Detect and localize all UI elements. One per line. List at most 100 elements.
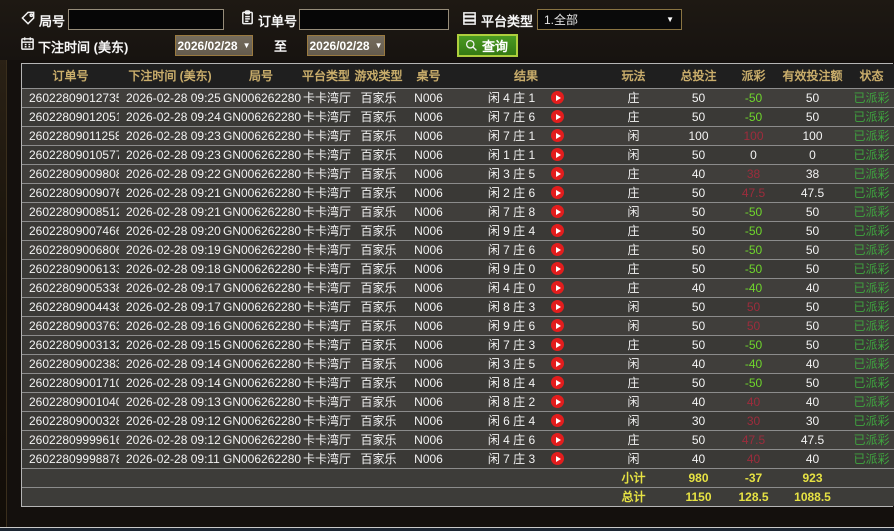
table-no-cell: N006 (406, 259, 451, 279)
result-cell: 闲 9 庄 0 (451, 259, 601, 279)
valid-bet-cell: 50 (776, 316, 849, 336)
table-row: 2602280999961612026-02-28 09:12:04GN0062… (22, 430, 894, 450)
play-type-cell: 闲 (601, 297, 666, 317)
valid-bet-cell: 38 (776, 164, 849, 184)
round-cell: GN006262280KZ (221, 316, 301, 336)
status-cell: 已派彩 (849, 145, 894, 165)
play-replay-icon[interactable] (551, 357, 565, 370)
round-number-input[interactable] (68, 9, 224, 30)
order-cell: 260228090098085 (22, 164, 119, 184)
result-text: 闲 7 庄 6 (487, 243, 536, 257)
round-cell: GN006262280KS (221, 449, 301, 469)
round-cell: GN006262280L6 (221, 183, 301, 203)
round-cell: GN006262280KV (221, 392, 301, 412)
round-cell: GN006262280LA (221, 107, 301, 127)
round-cell: GN006262280KT (221, 430, 301, 450)
order-number-input[interactable] (299, 9, 449, 30)
status-cell: 已派彩 (849, 392, 894, 412)
table-row: 2602280901273522026-02-28 09:25:09GN0062… (22, 88, 894, 108)
column-header: 玩法 (601, 64, 666, 89)
round-number-label: 局号 (39, 14, 66, 29)
platform-cell: 卡卡湾厅 (301, 392, 351, 412)
play-replay-icon[interactable] (551, 167, 565, 180)
play-replay-icon[interactable] (551, 338, 565, 351)
result-cell: 闲 7 庄 8 (451, 202, 601, 222)
game-type-cell: 百家乐 (351, 373, 406, 393)
bet-time-cell: 2026-02-28 09:24:34 (119, 107, 221, 127)
platform-type-label: 平台类型 (481, 14, 534, 29)
payout-cell: -50 (731, 240, 776, 260)
column-header: 桌号 (406, 64, 451, 89)
table-row: 2602280901205102026-02-28 09:24:34GN0062… (22, 107, 894, 127)
table-row: 2602280900851292026-02-28 09:21:04GN0062… (22, 202, 894, 222)
result-text: 闲 7 庄 8 (487, 205, 536, 219)
play-replay-icon[interactable] (551, 395, 565, 408)
payout-cell: -50 (731, 335, 776, 355)
table-no-cell: N006 (406, 145, 451, 165)
play-replay-icon[interactable] (551, 129, 565, 142)
order-number-label: 订单号 (258, 14, 298, 29)
play-replay-icon[interactable] (551, 376, 565, 389)
play-replay-icon[interactable] (551, 281, 565, 294)
payout-cell: 50 (731, 316, 776, 336)
result-text: 闲 8 庄 4 (487, 376, 536, 390)
order-cell: 260228099996161 (22, 430, 119, 450)
query-button-label: 查询 (482, 39, 509, 54)
table-no-cell: N006 (406, 373, 451, 393)
result-cell: 闲 9 庄 4 (451, 221, 601, 241)
bet-time-cell: 2026-02-28 09:20:00 (119, 221, 221, 241)
status-cell: 已派彩 (849, 316, 894, 336)
play-type-cell: 闲 (601, 126, 666, 146)
subtotal-label: 小计 (601, 468, 666, 488)
result-cell: 闲 3 庄 5 (451, 164, 601, 184)
play-replay-icon[interactable] (551, 452, 565, 465)
play-replay-icon[interactable] (551, 319, 565, 332)
platform-type-select[interactable]: 1.全部 ▼ (537, 9, 682, 30)
play-replay-icon[interactable] (551, 110, 565, 123)
game-type-cell: 百家乐 (351, 240, 406, 260)
order-cell: 260228090023837 (22, 354, 119, 374)
bet-time-cell: 2026-02-28 09:14:59 (119, 354, 221, 374)
result-text: 闲 4 庄 1 (487, 91, 536, 105)
play-replay-icon[interactable] (551, 224, 565, 237)
table-no-cell: N006 (406, 107, 451, 127)
total-bet-cell: 50 (666, 202, 731, 222)
payout-cell: 100 (731, 126, 776, 146)
table-no-cell: N006 (406, 221, 451, 241)
table-no-cell: N006 (406, 335, 451, 355)
play-type-cell: 闲 (601, 202, 666, 222)
result-cell: 闲 1 庄 1 (451, 145, 601, 165)
subtotal-row: 小计 980 -37 923 (22, 468, 894, 488)
chevron-down-icon: ▼ (242, 41, 251, 50)
payout-cell: -50 (731, 107, 776, 127)
column-header: 平台类型 (301, 64, 351, 89)
result-text: 闲 7 庄 3 (487, 338, 536, 352)
payout-cell: 47.5 (731, 183, 776, 203)
date-from-picker[interactable]: 2026/02/28 ▼ (175, 35, 253, 56)
play-type-cell: 庄 (601, 221, 666, 241)
round-cell: GN006262280L9 (221, 126, 301, 146)
bet-time-cell: 2026-02-28 09:22:23 (119, 164, 221, 184)
play-replay-icon[interactable] (551, 262, 565, 275)
date-to-picker[interactable]: 2026/02/28 ▼ (307, 35, 385, 56)
bet-time-cell: 2026-02-28 09:23:05 (119, 145, 221, 165)
table-row: 2602280900980852026-02-28 09:22:23GN0062… (22, 164, 894, 184)
column-header: 游戏类型 (351, 64, 406, 89)
play-replay-icon[interactable] (551, 243, 565, 256)
payout-cell: 40 (731, 392, 776, 412)
total-bet-cell: 50 (666, 259, 731, 279)
table-row: 2602280900376342026-02-28 09:16:25GN0062… (22, 316, 894, 336)
subtotal-total-bet: 980 (666, 468, 731, 488)
valid-bet-cell: 50 (776, 202, 849, 222)
play-replay-icon[interactable] (551, 186, 565, 199)
order-cell: 260228090061337 (22, 259, 119, 279)
play-replay-icon[interactable] (551, 300, 565, 313)
play-replay-icon[interactable] (551, 414, 565, 427)
status-cell: 已派彩 (849, 297, 894, 317)
play-replay-icon[interactable] (551, 205, 565, 218)
play-replay-icon[interactable] (551, 91, 565, 104)
play-replay-icon[interactable] (551, 148, 565, 161)
play-replay-icon[interactable] (551, 433, 565, 446)
query-button[interactable]: 查询 (457, 34, 519, 57)
table-row: 2602280900238372026-02-28 09:14:59GN0062… (22, 354, 894, 374)
